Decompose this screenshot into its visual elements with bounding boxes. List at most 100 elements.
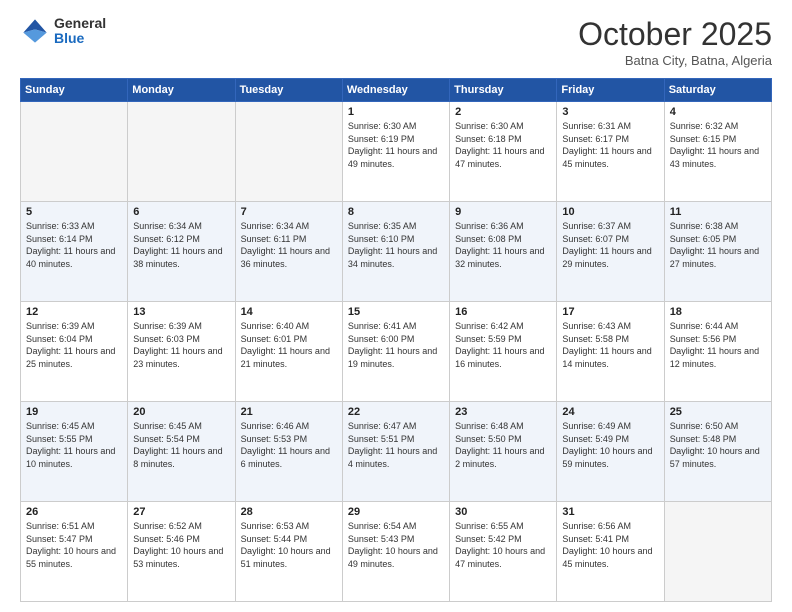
calendar-cell: 26 Sunrise: 6:51 AM Sunset: 5:47 PM Dayli…	[21, 502, 128, 602]
day-number: 16	[455, 306, 551, 318]
calendar-cell: 20Sunrise: 6:45 AM Sunset: 5:54 PM Dayli…	[128, 402, 235, 502]
day-number: 6	[133, 206, 229, 218]
calendar-cell: 12 Sunrise: 6:39 AM Sunset: 6:04 PM Dayli…	[21, 302, 128, 402]
calendar-week-row: 12 Sunrise: 6:39 AM Sunset: 6:04 PM Dayli…	[21, 302, 772, 402]
day-number: 2	[455, 106, 551, 118]
calendar-week-row: 19 Sunrise: 6:45 AM Sunset: 5:55 PM Dayli…	[21, 402, 772, 502]
day-info: Sunrise: 6:42 AM Sunset: 5:59 PM Dayligh…	[455, 320, 551, 370]
day-info: Sunrise: 6:39 AM Sunset: 6:03 PM Dayligh…	[133, 320, 229, 370]
day-number: 29	[348, 506, 444, 518]
day-info: Sunrise: 6:32 AM Sunset: 6:15 PM Dayligh…	[670, 120, 766, 170]
logo-general-text: General	[54, 16, 106, 31]
day-number: 30	[455, 506, 551, 518]
calendar-cell: 29Sunrise: 6:54 AM Sunset: 5:43 PM Dayli…	[342, 502, 449, 602]
calendar-cell: 1 Sunrise: 6:30 AM Sunset: 6:19 PM Daylig…	[342, 102, 449, 202]
logo-text: General Blue	[54, 16, 106, 47]
day-number: 14	[241, 306, 337, 318]
day-number: 20	[133, 406, 229, 418]
day-number: 7	[241, 206, 337, 218]
day-number: 18	[670, 306, 766, 318]
day-number: 17	[562, 306, 658, 318]
day-info: Sunrise: 6:47 AM Sunset: 5:51 PM Dayligh…	[348, 420, 444, 470]
day-number: 3	[562, 106, 658, 118]
calendar-cell: 4 Sunrise: 6:32 AM Sunset: 6:15 PM Daylig…	[664, 102, 771, 202]
day-info: Sunrise: 6:46 AM Sunset: 5:53 PM Dayligh…	[241, 420, 337, 470]
calendar-cell: 15 Sunrise: 6:41 AM Sunset: 6:00 PM Dayli…	[342, 302, 449, 402]
day-info: Sunrise: 6:56 AM Sunset: 5:41 PM Dayligh…	[562, 520, 658, 570]
calendar-cell: 8Sunrise: 6:35 AM Sunset: 6:10 PM Daylig…	[342, 202, 449, 302]
calendar-cell: 19 Sunrise: 6:45 AM Sunset: 5:55 PM Dayli…	[21, 402, 128, 502]
day-info: Sunrise: 6:41 AM Sunset: 6:00 PM Dayligh…	[348, 320, 444, 370]
day-number: 12	[26, 306, 122, 318]
calendar-cell: 14 Sunrise: 6:40 AM Sunset: 6:01 PM Dayli…	[235, 302, 342, 402]
day-number: 26	[26, 506, 122, 518]
header-sunday: Sunday	[21, 79, 128, 102]
logo-blue-text: Blue	[54, 31, 106, 46]
day-number: 31	[562, 506, 658, 518]
weekday-header-row: Sunday Monday Tuesday Wednesday Thursday…	[21, 79, 772, 102]
day-number: 13	[133, 306, 229, 318]
day-info: Sunrise: 6:45 AM Sunset: 5:55 PM Dayligh…	[26, 420, 122, 470]
day-number: 1	[348, 106, 444, 118]
day-info: Sunrise: 6:39 AM Sunset: 6:04 PM Dayligh…	[26, 320, 122, 370]
day-info: Sunrise: 6:30 AM Sunset: 6:19 PM Dayligh…	[348, 120, 444, 170]
day-info: Sunrise: 6:34 AM Sunset: 6:12 PM Dayligh…	[133, 220, 229, 270]
calendar-cell: 9 Sunrise: 6:36 AM Sunset: 6:08 PM Daylig…	[450, 202, 557, 302]
day-info: Sunrise: 6:44 AM Sunset: 5:56 PM Dayligh…	[670, 320, 766, 370]
day-info: Sunrise: 6:34 AM Sunset: 6:11 PM Dayligh…	[241, 220, 337, 270]
day-number: 28	[241, 506, 337, 518]
day-info: Sunrise: 6:49 AM Sunset: 5:49 PM Dayligh…	[562, 420, 658, 470]
day-info: Sunrise: 6:38 AM Sunset: 6:05 PM Dayligh…	[670, 220, 766, 270]
calendar-cell: 30Sunrise: 6:55 AM Sunset: 5:42 PM Dayli…	[450, 502, 557, 602]
calendar-cell: 23 Sunrise: 6:48 AM Sunset: 5:50 PM Dayli…	[450, 402, 557, 502]
calendar-cell: 21 Sunrise: 6:46 AM Sunset: 5:53 PM Dayli…	[235, 402, 342, 502]
location: Batna City, Batna, Algeria	[578, 53, 772, 68]
header-saturday: Saturday	[664, 79, 771, 102]
day-info: Sunrise: 6:52 AM Sunset: 5:46 PM Dayligh…	[133, 520, 229, 570]
day-info: Sunrise: 6:35 AM Sunset: 6:10 PM Dayligh…	[348, 220, 444, 270]
calendar-cell: 2Sunrise: 6:30 AM Sunset: 6:18 PM Daylig…	[450, 102, 557, 202]
calendar-cell: 3 Sunrise: 6:31 AM Sunset: 6:17 PM Daylig…	[557, 102, 664, 202]
day-info: Sunrise: 6:48 AM Sunset: 5:50 PM Dayligh…	[455, 420, 551, 470]
day-number: 10	[562, 206, 658, 218]
day-info: Sunrise: 6:40 AM Sunset: 6:01 PM Dayligh…	[241, 320, 337, 370]
header: General Blue October 2025 Batna City, Ba…	[20, 16, 772, 68]
header-tuesday: Tuesday	[235, 79, 342, 102]
calendar-cell: 5 Sunrise: 6:33 AM Sunset: 6:14 PM Daylig…	[21, 202, 128, 302]
day-number: 22	[348, 406, 444, 418]
calendar-cell	[128, 102, 235, 202]
calendar-cell: 22 Sunrise: 6:47 AM Sunset: 5:51 PM Dayli…	[342, 402, 449, 502]
calendar-cell: 27Sunrise: 6:52 AM Sunset: 5:46 PM Dayli…	[128, 502, 235, 602]
day-info: Sunrise: 6:31 AM Sunset: 6:17 PM Dayligh…	[562, 120, 658, 170]
day-number: 19	[26, 406, 122, 418]
calendar-cell: 28Sunrise: 6:53 AM Sunset: 5:44 PM Dayli…	[235, 502, 342, 602]
day-number: 25	[670, 406, 766, 418]
calendar-cell: 17 Sunrise: 6:43 AM Sunset: 5:58 PM Dayli…	[557, 302, 664, 402]
day-number: 4	[670, 106, 766, 118]
logo-icon	[20, 16, 50, 46]
calendar-cell: 25Sunrise: 6:50 AM Sunset: 5:48 PM Dayli…	[664, 402, 771, 502]
title-block: October 2025 Batna City, Batna, Algeria	[578, 16, 772, 68]
day-info: Sunrise: 6:51 AM Sunset: 5:47 PM Dayligh…	[26, 520, 122, 570]
calendar-cell: 13 Sunrise: 6:39 AM Sunset: 6:03 PM Dayli…	[128, 302, 235, 402]
logo: General Blue	[20, 16, 106, 47]
day-number: 5	[26, 206, 122, 218]
month-title: October 2025	[578, 16, 772, 53]
calendar-cell: 24 Sunrise: 6:49 AM Sunset: 5:49 PM Dayli…	[557, 402, 664, 502]
calendar-cell: 31 Sunrise: 6:56 AM Sunset: 5:41 PM Dayli…	[557, 502, 664, 602]
day-info: Sunrise: 6:33 AM Sunset: 6:14 PM Dayligh…	[26, 220, 122, 270]
day-number: 23	[455, 406, 551, 418]
day-number: 21	[241, 406, 337, 418]
calendar-cell	[235, 102, 342, 202]
calendar-week-row: 26 Sunrise: 6:51 AM Sunset: 5:47 PM Dayli…	[21, 502, 772, 602]
calendar-cell: 16 Sunrise: 6:42 AM Sunset: 5:59 PM Dayli…	[450, 302, 557, 402]
header-wednesday: Wednesday	[342, 79, 449, 102]
calendar-cell	[664, 502, 771, 602]
day-info: Sunrise: 6:43 AM Sunset: 5:58 PM Dayligh…	[562, 320, 658, 370]
day-info: Sunrise: 6:36 AM Sunset: 6:08 PM Dayligh…	[455, 220, 551, 270]
day-number: 24	[562, 406, 658, 418]
calendar-cell: 18 Sunrise: 6:44 AM Sunset: 5:56 PM Dayli…	[664, 302, 771, 402]
day-number: 15	[348, 306, 444, 318]
calendar-cell: 7 Sunrise: 6:34 AM Sunset: 6:11 PM Daylig…	[235, 202, 342, 302]
day-number: 9	[455, 206, 551, 218]
